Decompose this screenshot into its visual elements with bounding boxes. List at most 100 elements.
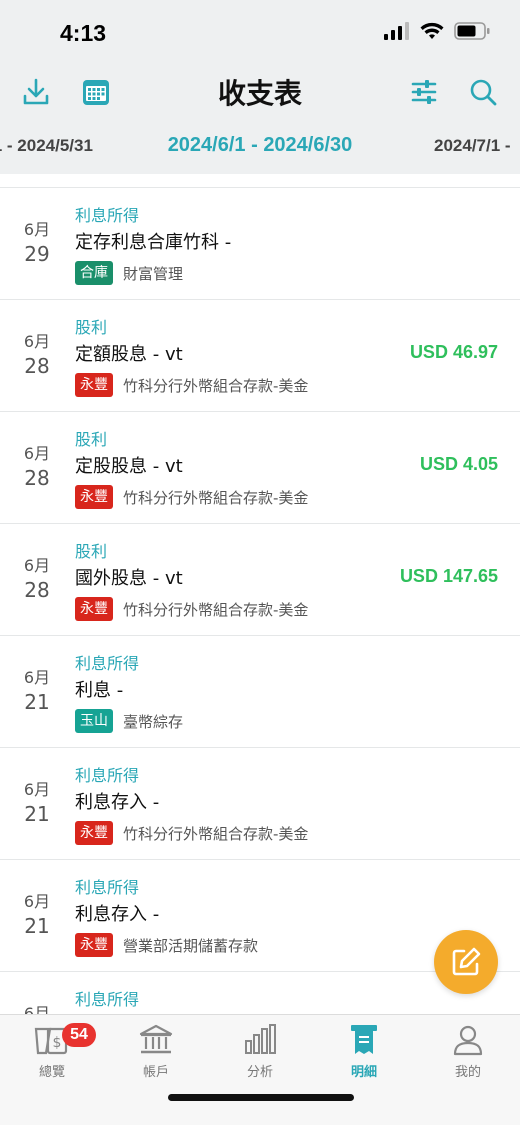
transaction-row[interactable]: 6月 28 股利 定股股息 - vt 永豐 竹科分行外幣組合存款-美金 USD 4.05 — [0, 412, 520, 524]
user-icon — [416, 1023, 520, 1057]
row-category: 利息所得 — [75, 654, 140, 673]
tab-profile[interactable]: 我的 — [416, 1023, 520, 1083]
nav-bar: 收支表 — [0, 66, 520, 118]
row-month: 6月 — [23, 892, 51, 911]
row-description: 定股股息 - vt — [75, 456, 183, 477]
row-day: 21 — [24, 914, 50, 938]
bank-icon — [104, 1023, 208, 1057]
row-month: 6月 — [23, 332, 51, 351]
row-amount: USD 4.05 — [419, 454, 498, 474]
row-date: 6月 29 — [14, 216, 60, 266]
bank-tag: 永豐 — [75, 597, 113, 621]
row-category: 利息所得 — [75, 206, 140, 225]
row-month: 6月 — [23, 780, 51, 799]
add-transaction-button[interactable] — [434, 930, 498, 994]
row-description: 利息存入 - — [75, 792, 160, 813]
row-account: 玉山 臺幣綜存 — [75, 709, 183, 733]
row-account: 合庫 財富管理 — [75, 261, 183, 285]
tab-label: 分析 — [246, 1065, 273, 1080]
row-month: 6月 — [23, 444, 51, 463]
row-description: 國外股息 - vt — [75, 568, 183, 589]
filter-icon[interactable] — [406, 74, 442, 110]
status-icons — [384, 22, 490, 44]
row-account: 永豐 竹科分行外幣組合存款-美金 — [75, 597, 308, 621]
row-date: 6月 28 — [14, 440, 60, 490]
row-category: 利息所得 — [75, 990, 140, 1009]
row-description: 定存利息合庫竹科 - — [75, 232, 232, 253]
row-account: 永豐 竹科分行外幣組合存款-美金 — [75, 485, 308, 509]
transaction-row[interactable]: 6月 28 股利 國外股息 - vt 永豐 竹科分行外幣組合存款-美金 USD 147.65 — [0, 524, 520, 636]
bank-tag: 永豐 — [75, 933, 113, 957]
row-category: 股利 — [75, 430, 108, 449]
row-category: 股利 — [75, 542, 108, 561]
bank-tag: 永豐 — [75, 373, 113, 397]
account-name: 竹科分行外幣組合存款-美金 — [123, 488, 309, 507]
header-area: 4:13 收支表 /1 - 2024/5/31 202 — [0, 0, 520, 174]
account-name: 財富管理 — [123, 264, 184, 283]
transaction-row[interactable]: 6月 21 利息所得 利息 - 玉山 臺幣綜存 — [0, 636, 520, 748]
row-date: 6月 21 — [14, 664, 60, 714]
row-date: 6月 28 — [14, 328, 60, 378]
home-indicator — [168, 1094, 354, 1101]
row-account: 永豐 竹科分行外幣組合存款-美金 — [75, 821, 308, 845]
row-day: 28 — [24, 354, 50, 378]
account-name: 營業部活期儲蓄存款 — [123, 936, 259, 955]
row-category: 股利 — [75, 318, 108, 337]
row-account: 永豐 竹科分行外幣組合存款-美金 — [75, 373, 308, 397]
row-month: 6月 — [23, 556, 51, 575]
tab-label: 我的 — [454, 1065, 481, 1080]
receipt-icon — [312, 1023, 416, 1057]
period-selector: /1 - 2024/5/31 2024/6/1 - 2024/6/30 2024… — [0, 126, 520, 170]
account-name: 竹科分行外幣組合存款-美金 — [123, 376, 309, 395]
tab-label: 明細 — [350, 1065, 377, 1080]
wifi-icon — [420, 22, 444, 44]
bar-chart-icon — [208, 1023, 312, 1057]
signal-icon — [384, 22, 410, 44]
row-month: 6月 — [23, 668, 51, 687]
edit-icon — [452, 947, 481, 976]
notification-badge: 54 — [62, 1023, 96, 1047]
account-name: 竹科分行外幣組合存款-美金 — [123, 600, 309, 619]
account-name: 竹科分行外幣組合存款-美金 — [123, 824, 309, 843]
row-date: 6月 28 — [14, 552, 60, 602]
row-date: 6月 21 — [14, 776, 60, 826]
battery-icon — [454, 22, 490, 44]
row-amount: USD 147.65 — [399, 566, 498, 586]
row-month: 6月 — [23, 220, 51, 239]
tab-label: 帳戶 — [142, 1065, 169, 1080]
tab-details[interactable]: 明細 — [312, 1023, 416, 1083]
bank-tag: 永豐 — [75, 485, 113, 509]
calendar-icon[interactable] — [78, 74, 114, 110]
row-day: 29 — [24, 242, 50, 266]
row-day: 28 — [24, 578, 50, 602]
row-description: 利息存入 - — [75, 904, 160, 925]
search-icon[interactable] — [465, 74, 501, 110]
download-icon[interactable] — [18, 74, 54, 110]
row-category: 利息所得 — [75, 766, 140, 785]
list-divider — [0, 174, 520, 188]
bank-tag: 玉山 — [75, 709, 113, 733]
bank-tag: 合庫 — [75, 261, 113, 285]
transaction-list: 6月 29 利息所得 定存利息合庫竹科 - 合庫 財富管理 6月 28 股利 定額股息 - vt 永… — [0, 174, 520, 1014]
row-month: 6月 — [23, 1004, 51, 1014]
row-day: 28 — [24, 466, 50, 490]
tab-overview[interactable]: $ 總覽 54 — [0, 1023, 104, 1083]
status-time: 4:13 — [60, 20, 107, 46]
row-day: 21 — [24, 690, 50, 714]
svg-text:$: $ — [53, 1035, 62, 1051]
row-category: 利息所得 — [75, 878, 140, 897]
period-next[interactable]: 2024/7/1 - — [434, 136, 511, 156]
account-name: 臺幣綜存 — [123, 712, 184, 731]
status-bar: 4:13 — [0, 0, 520, 62]
transaction-row[interactable]: 6月 21 利息所得 利息存入 - 永豐 竹科分行外幣組合存款-美金 — [0, 748, 520, 860]
row-day: 21 — [24, 802, 50, 826]
row-account: 永豐 營業部活期儲蓄存款 — [75, 933, 258, 957]
transaction-row[interactable]: 6月 29 利息所得 定存利息合庫竹科 - 合庫 財富管理 — [0, 188, 520, 300]
row-description: 利息 - — [75, 680, 124, 701]
transaction-row[interactable]: 6月 28 股利 定額股息 - vt 永豐 竹科分行外幣組合存款-美金 USD 46.97 — [0, 300, 520, 412]
tab-accounts[interactable]: 帳戶 — [104, 1023, 208, 1083]
tab-label: 總覽 — [38, 1065, 65, 1080]
row-description: 定額股息 - vt — [75, 344, 183, 365]
tab-analysis[interactable]: 分析 — [208, 1023, 312, 1083]
row-date: 6月 21 — [14, 888, 60, 938]
